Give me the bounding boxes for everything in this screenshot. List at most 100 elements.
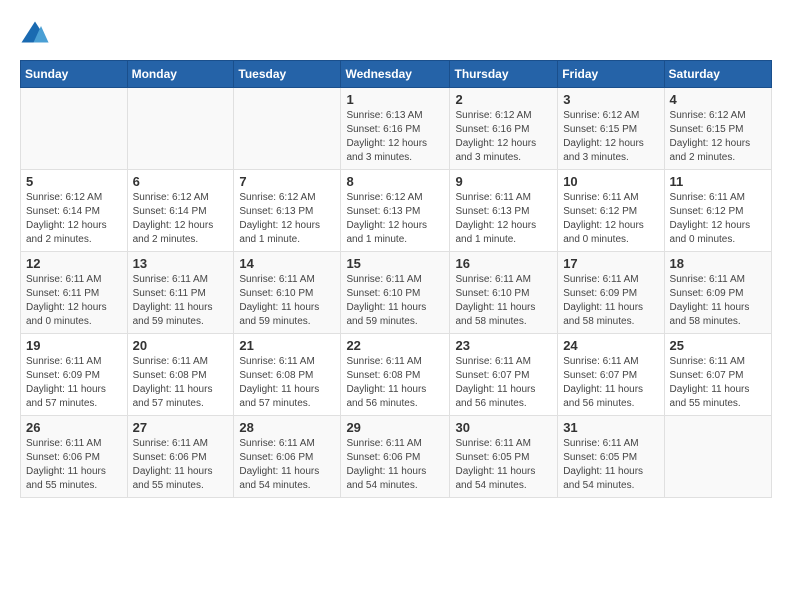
day-number: 12 [26, 256, 122, 271]
calendar-cell: 25Sunrise: 6:11 AM Sunset: 6:07 PM Dayli… [664, 334, 771, 416]
day-number: 10 [563, 174, 658, 189]
day-number: 19 [26, 338, 122, 353]
day-number: 22 [346, 338, 444, 353]
day-number: 9 [455, 174, 552, 189]
day-info: Sunrise: 6:11 AM Sunset: 6:06 PM Dayligh… [346, 437, 444, 493]
week-row-1: 1 Sunrise: 6:13 AM Sunset: 6:16 PM Daylig… [21, 88, 772, 170]
day-number: 20 [133, 338, 229, 353]
calendar-cell [127, 88, 234, 170]
day-info: Sunrise: 6:11 AM Sunset: 6:05 PM Dayligh… [455, 437, 552, 493]
day-number: 13 [133, 256, 229, 271]
day-info: Sunrise: 6:11 AM Sunset: 6:11 PM Dayligh… [133, 273, 229, 329]
day-info: Sunrise: 6:11 AM Sunset: 6:12 PM Dayligh… [670, 191, 766, 247]
day-number: 18 [670, 256, 766, 271]
calendar-cell: 23 Sunrise: 6:11 AM Sunset: 6:07 PM Dayli… [450, 334, 558, 416]
day-info: Sunrise: 6:11 AM Sunset: 6:11 PM Dayligh… [26, 273, 122, 329]
page-header [20, 20, 772, 50]
calendar-cell: 14Sunrise: 6:11 AM Sunset: 6:10 PM Dayli… [234, 252, 341, 334]
calendar-cell: 29 Sunrise: 6:11 AM Sunset: 6:06 PM Dayli… [341, 416, 450, 498]
calendar-cell: 2Sunrise: 6:12 AM Sunset: 6:16 PM Daylig… [450, 88, 558, 170]
calendar-cell: 3Sunrise: 6:12 AM Sunset: 6:15 PM Daylig… [558, 88, 664, 170]
day-info: Sunrise: 6:11 AM Sunset: 6:06 PM Dayligh… [133, 437, 229, 493]
day-info: Sunrise: 6:13 AM Sunset: 6:16 PM Dayligh… [346, 109, 444, 165]
calendar-cell: 12 Sunrise: 6:11 AM Sunset: 6:11 PM Dayli… [21, 252, 128, 334]
day-number: 6 [133, 174, 229, 189]
day-number: 27 [133, 420, 229, 435]
calendar-cell: 13 Sunrise: 6:11 AM Sunset: 6:11 PM Dayli… [127, 252, 234, 334]
calendar-cell: 18 Sunrise: 6:11 AM Sunset: 6:09 PM Dayli… [664, 252, 771, 334]
calendar-cell: 16 Sunrise: 6:11 AM Sunset: 6:10 PM Dayli… [450, 252, 558, 334]
header-row: SundayMondayTuesdayWednesdayThursdayFrid… [21, 61, 772, 88]
day-info: Sunrise: 6:11 AM Sunset: 6:07 PM Dayligh… [563, 355, 658, 411]
day-number: 5 [26, 174, 122, 189]
day-number: 31 [563, 420, 658, 435]
day-number: 14 [239, 256, 335, 271]
calendar-cell [234, 88, 341, 170]
header-wednesday: Wednesday [341, 61, 450, 88]
calendar-table: SundayMondayTuesdayWednesdayThursdayFrid… [20, 60, 772, 498]
calendar-cell: 24 Sunrise: 6:11 AM Sunset: 6:07 PM Dayli… [558, 334, 664, 416]
day-info: Sunrise: 6:11 AM Sunset: 6:07 PM Dayligh… [670, 355, 766, 411]
day-info: Sunrise: 6:11 AM Sunset: 6:10 PM Dayligh… [455, 273, 552, 329]
day-info: Sunrise: 6:11 AM Sunset: 6:09 PM Dayligh… [26, 355, 122, 411]
calendar-cell: 26 Sunrise: 6:11 AM Sunset: 6:06 PM Dayli… [21, 416, 128, 498]
day-number: 17 [563, 256, 658, 271]
calendar-cell: 1 Sunrise: 6:13 AM Sunset: 6:16 PM Daylig… [341, 88, 450, 170]
calendar-cell: 28 Sunrise: 6:11 AM Sunset: 6:06 PM Dayli… [234, 416, 341, 498]
day-info: Sunrise: 6:11 AM Sunset: 6:05 PM Dayligh… [563, 437, 658, 493]
day-info: Sunrise: 6:12 AM Sunset: 6:14 PM Dayligh… [133, 191, 229, 247]
header-monday: Monday [127, 61, 234, 88]
day-info: Sunrise: 6:12 AM Sunset: 6:15 PM Dayligh… [563, 109, 658, 165]
day-number: 4 [670, 92, 766, 107]
week-row-3: 12 Sunrise: 6:11 AM Sunset: 6:11 PM Dayli… [21, 252, 772, 334]
calendar-cell [664, 416, 771, 498]
week-row-2: 5 Sunrise: 6:12 AM Sunset: 6:14 PM Daylig… [21, 170, 772, 252]
day-info: Sunrise: 6:11 AM Sunset: 6:06 PM Dayligh… [239, 437, 335, 493]
logo-icon [20, 20, 50, 50]
calendar-cell: 31 Sunrise: 6:11 AM Sunset: 6:05 PM Dayli… [558, 416, 664, 498]
day-number: 30 [455, 420, 552, 435]
calendar-cell: 15 Sunrise: 6:11 AM Sunset: 6:10 PM Dayli… [341, 252, 450, 334]
calendar-cell: 7Sunrise: 6:12 AM Sunset: 6:13 PM Daylig… [234, 170, 341, 252]
day-info: Sunrise: 6:12 AM Sunset: 6:13 PM Dayligh… [346, 191, 444, 247]
calendar-cell: 6 Sunrise: 6:12 AM Sunset: 6:14 PM Daylig… [127, 170, 234, 252]
calendar-cell: 5 Sunrise: 6:12 AM Sunset: 6:14 PM Daylig… [21, 170, 128, 252]
calendar-cell: 8 Sunrise: 6:12 AM Sunset: 6:13 PM Daylig… [341, 170, 450, 252]
day-info: Sunrise: 6:11 AM Sunset: 6:07 PM Dayligh… [455, 355, 552, 411]
day-info: Sunrise: 6:11 AM Sunset: 6:09 PM Dayligh… [670, 273, 766, 329]
calendar-cell: 21 Sunrise: 6:11 AM Sunset: 6:08 PM Dayli… [234, 334, 341, 416]
day-number: 7 [239, 174, 335, 189]
day-info: Sunrise: 6:11 AM Sunset: 6:06 PM Dayligh… [26, 437, 122, 493]
day-info: Sunrise: 6:12 AM Sunset: 6:16 PM Dayligh… [455, 109, 552, 165]
logo [20, 20, 54, 50]
day-info: Sunrise: 6:11 AM Sunset: 6:10 PM Dayligh… [346, 273, 444, 329]
day-number: 24 [563, 338, 658, 353]
day-info: Sunrise: 6:12 AM Sunset: 6:15 PM Dayligh… [670, 109, 766, 165]
day-info: Sunrise: 6:12 AM Sunset: 6:14 PM Dayligh… [26, 191, 122, 247]
calendar-cell: 19 Sunrise: 6:11 AM Sunset: 6:09 PM Dayli… [21, 334, 128, 416]
calendar-cell: 9 Sunrise: 6:11 AM Sunset: 6:13 PM Daylig… [450, 170, 558, 252]
calendar-cell: 4 Sunrise: 6:12 AM Sunset: 6:15 PM Daylig… [664, 88, 771, 170]
day-number: 15 [346, 256, 444, 271]
week-row-4: 19 Sunrise: 6:11 AM Sunset: 6:09 PM Dayli… [21, 334, 772, 416]
day-number: 21 [239, 338, 335, 353]
calendar-cell [21, 88, 128, 170]
day-number: 11 [670, 174, 766, 189]
day-number: 16 [455, 256, 552, 271]
day-number: 26 [26, 420, 122, 435]
calendar-cell: 30 Sunrise: 6:11 AM Sunset: 6:05 PM Dayli… [450, 416, 558, 498]
header-friday: Friday [558, 61, 664, 88]
week-row-5: 26 Sunrise: 6:11 AM Sunset: 6:06 PM Dayli… [21, 416, 772, 498]
day-number: 23 [455, 338, 552, 353]
calendar-cell: 17 Sunrise: 6:11 AM Sunset: 6:09 PM Dayli… [558, 252, 664, 334]
day-info: Sunrise: 6:11 AM Sunset: 6:13 PM Dayligh… [455, 191, 552, 247]
day-number: 29 [346, 420, 444, 435]
header-sunday: Sunday [21, 61, 128, 88]
header-saturday: Saturday [664, 61, 771, 88]
day-info: Sunrise: 6:11 AM Sunset: 6:09 PM Dayligh… [563, 273, 658, 329]
day-info: Sunrise: 6:11 AM Sunset: 6:08 PM Dayligh… [133, 355, 229, 411]
day-info: Sunrise: 6:11 AM Sunset: 6:08 PM Dayligh… [239, 355, 335, 411]
day-number: 28 [239, 420, 335, 435]
day-number: 8 [346, 174, 444, 189]
day-number: 1 [346, 92, 444, 107]
